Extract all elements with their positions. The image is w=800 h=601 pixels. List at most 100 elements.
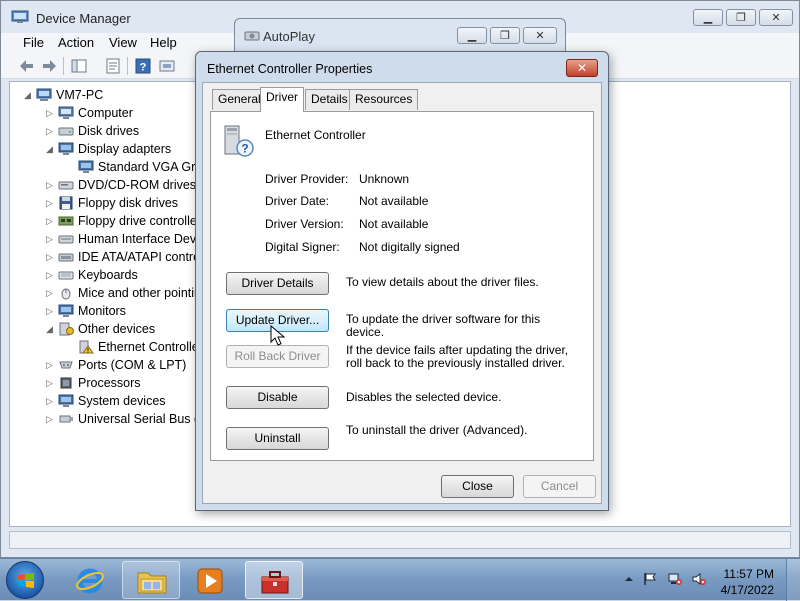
windows-logo-icon bbox=[18, 573, 34, 588]
dialog-close-button[interactable]: ✕ bbox=[566, 59, 598, 77]
driver-date-label: Driver Date: bbox=[265, 194, 330, 208]
taskbar-device-manager[interactable] bbox=[245, 561, 303, 599]
tree-label: System devices bbox=[78, 394, 166, 408]
internet-explorer-icon bbox=[76, 568, 104, 594]
tree-label: Floppy drive controller bbox=[78, 214, 201, 228]
menu-help[interactable]: Help bbox=[150, 35, 177, 50]
digital-signer-value: Not digitally signed bbox=[359, 240, 460, 254]
expand-arrow-icon[interactable]: ▷ bbox=[46, 126, 53, 137]
display-adapter-icon bbox=[58, 142, 74, 155]
tab-resources[interactable]: Resources bbox=[349, 89, 419, 110]
show-desktop-button[interactable] bbox=[786, 559, 800, 601]
maximize-button[interactable]: ❐ bbox=[726, 9, 756, 26]
mouse-icon bbox=[61, 288, 71, 300]
close-icon: ✕ bbox=[771, 12, 781, 24]
clock-date[interactable]: 4/17/2022 bbox=[721, 583, 774, 597]
expand-arrow-icon[interactable]: ▷ bbox=[46, 396, 53, 407]
menu-action[interactable]: Action bbox=[58, 35, 94, 50]
help-icon[interactable]: ? bbox=[135, 58, 151, 74]
keyboard-icon bbox=[58, 271, 74, 280]
computer-icon bbox=[58, 106, 74, 119]
taskbar-media-player[interactable] bbox=[182, 561, 240, 599]
autoplay-close-button[interactable]: ✕ bbox=[523, 27, 557, 44]
expand-arrow-icon[interactable]: ▷ bbox=[46, 234, 53, 245]
unknown-device-icon: ! bbox=[79, 340, 94, 355]
expand-arrow-icon[interactable]: ▷ bbox=[46, 180, 53, 191]
back-arrow-icon[interactable] bbox=[19, 58, 35, 74]
network-disconnected-icon[interactable] bbox=[668, 572, 682, 586]
expand-arrow-icon[interactable]: ▷ bbox=[46, 198, 53, 209]
collapse-arrow-icon[interactable]: ◢ bbox=[24, 90, 31, 101]
autoplay-icon bbox=[244, 31, 260, 41]
close-window-button[interactable]: ✕ bbox=[759, 9, 793, 26]
close-icon: ✕ bbox=[576, 61, 588, 75]
disable-button[interactable]: Disable bbox=[226, 386, 329, 409]
menu-file[interactable]: File bbox=[23, 35, 44, 50]
expand-arrow-icon[interactable]: ▷ bbox=[46, 414, 53, 425]
properties-dialog: Ethernet Controller Properties ✕ General… bbox=[195, 51, 609, 511]
expand-arrow-icon[interactable]: ▷ bbox=[46, 288, 53, 299]
monitor-icon bbox=[58, 304, 74, 317]
expand-arrow-icon[interactable]: ▷ bbox=[46, 216, 53, 227]
driver-details-button[interactable]: Driver Details bbox=[226, 272, 329, 295]
minimize-icon: ▁ bbox=[467, 30, 477, 42]
device-manager-icon bbox=[11, 10, 29, 23]
close-icon: ✕ bbox=[535, 30, 545, 42]
device-manager-toolbox-icon bbox=[261, 571, 289, 594]
tree-label: Standard VGA Grap bbox=[98, 160, 210, 174]
driver-version-label: Driver Version: bbox=[265, 217, 344, 231]
autoplay-maximize-button[interactable]: ❐ bbox=[490, 27, 520, 44]
taskbar: 11:57 PM 4/17/2022 bbox=[0, 558, 800, 601]
expand-arrow-icon[interactable]: ▷ bbox=[46, 108, 53, 119]
autoplay-minimize-button[interactable]: ▁ bbox=[457, 27, 487, 44]
tab-driver[interactable]: Driver bbox=[260, 87, 304, 112]
roll-back-driver-button[interactable]: Roll Back Driver bbox=[226, 345, 329, 368]
properties-icon[interactable] bbox=[105, 58, 121, 74]
expand-arrow-icon[interactable]: ▷ bbox=[46, 360, 53, 371]
unknown-device-icon: ? bbox=[224, 125, 254, 157]
show-hide-tree-icon[interactable] bbox=[71, 58, 87, 74]
hid-icon bbox=[58, 235, 74, 244]
expand-arrow-icon[interactable]: ▷ bbox=[46, 252, 53, 263]
collapse-arrow-icon[interactable]: ◢ bbox=[46, 144, 53, 155]
tab-general[interactable]: General bbox=[212, 89, 267, 110]
computer-root-icon bbox=[36, 88, 52, 101]
action-center-flag-icon[interactable] bbox=[643, 572, 657, 586]
taskbar-windows-explorer[interactable] bbox=[122, 561, 180, 599]
tree-label: Display adapters bbox=[78, 142, 172, 156]
clock-time[interactable]: 11:57 PM bbox=[724, 567, 774, 581]
update-driver-description: To update the driver software for this d… bbox=[346, 312, 541, 339]
dialog-body: General Driver Details Resources ? Ether… bbox=[202, 82, 602, 504]
expand-arrow-icon[interactable]: ▷ bbox=[46, 270, 53, 281]
expand-arrow-icon[interactable]: ▷ bbox=[46, 378, 53, 389]
port-icon bbox=[59, 361, 73, 369]
uninstall-button[interactable]: Uninstall bbox=[226, 427, 329, 450]
volume-muted-icon[interactable] bbox=[692, 572, 706, 586]
forward-arrow-icon[interactable] bbox=[41, 58, 57, 74]
ide-icon bbox=[58, 253, 74, 262]
tree-label: Universal Serial Bus co bbox=[78, 412, 208, 426]
svg-text:!: ! bbox=[87, 349, 89, 355]
start-button[interactable] bbox=[6, 561, 44, 599]
tree-label: Processors bbox=[78, 376, 141, 390]
tree-label: Mice and other pointin bbox=[78, 286, 201, 300]
taskbar-internet-explorer[interactable] bbox=[62, 561, 120, 599]
status-bar bbox=[9, 531, 791, 549]
processor-icon bbox=[60, 377, 72, 389]
tree-label: Computer bbox=[78, 106, 133, 120]
tab-details[interactable]: Details bbox=[305, 89, 354, 110]
show-hidden-icons-icon[interactable] bbox=[622, 572, 636, 586]
driver-version-value: Not available bbox=[359, 217, 429, 231]
scan-hardware-icon[interactable] bbox=[159, 58, 175, 74]
disable-description: Disables the selected device. bbox=[346, 390, 502, 404]
controller-icon bbox=[58, 216, 74, 226]
collapse-arrow-icon[interactable]: ◢ bbox=[46, 324, 53, 335]
disk-drive-icon bbox=[58, 127, 74, 136]
dvd-drive-icon bbox=[58, 181, 74, 190]
expand-arrow-icon[interactable]: ▷ bbox=[46, 306, 53, 317]
cancel-button[interactable]: Cancel bbox=[523, 475, 596, 498]
close-button[interactable]: Close bbox=[441, 475, 514, 498]
menu-view[interactable]: View bbox=[109, 35, 137, 50]
minimize-button[interactable]: ▁ bbox=[693, 9, 723, 26]
tree-label: Keyboards bbox=[78, 268, 138, 282]
